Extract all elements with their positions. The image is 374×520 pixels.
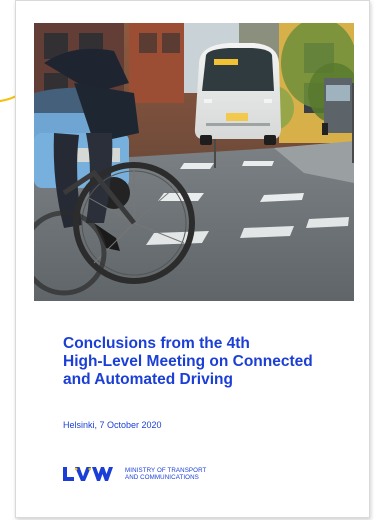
ministry-name: MINISTRY OF TRANSPORT AND COMMUNICATIONS xyxy=(125,467,206,481)
title-line-1: Conclusions from the 4th xyxy=(63,335,250,352)
ministry-logo: MINISTRY OF TRANSPORT AND COMMUNICATIONS xyxy=(63,465,206,483)
report-cover-page: Conclusions from the 4th High-Level Meet… xyxy=(15,0,370,518)
place-and-date: Helsinki, 7 October 2020 xyxy=(63,420,162,430)
street-scene-illustration xyxy=(34,23,354,301)
lvm-logo-mark xyxy=(63,467,113,481)
ministry-name-line-2: AND COMMUNICATIONS xyxy=(125,474,199,481)
title-line-3: and Automated Driving xyxy=(63,371,233,388)
document-viewer: Conclusions from the 4th High-Level Meet… xyxy=(0,0,374,520)
cover-photo xyxy=(34,23,354,301)
title-line-2: High-Level Meeting on Connected xyxy=(63,353,313,370)
ministry-name-line-1: MINISTRY OF TRANSPORT xyxy=(125,467,207,474)
report-title: Conclusions from the 4th High-Level Meet… xyxy=(63,335,363,389)
